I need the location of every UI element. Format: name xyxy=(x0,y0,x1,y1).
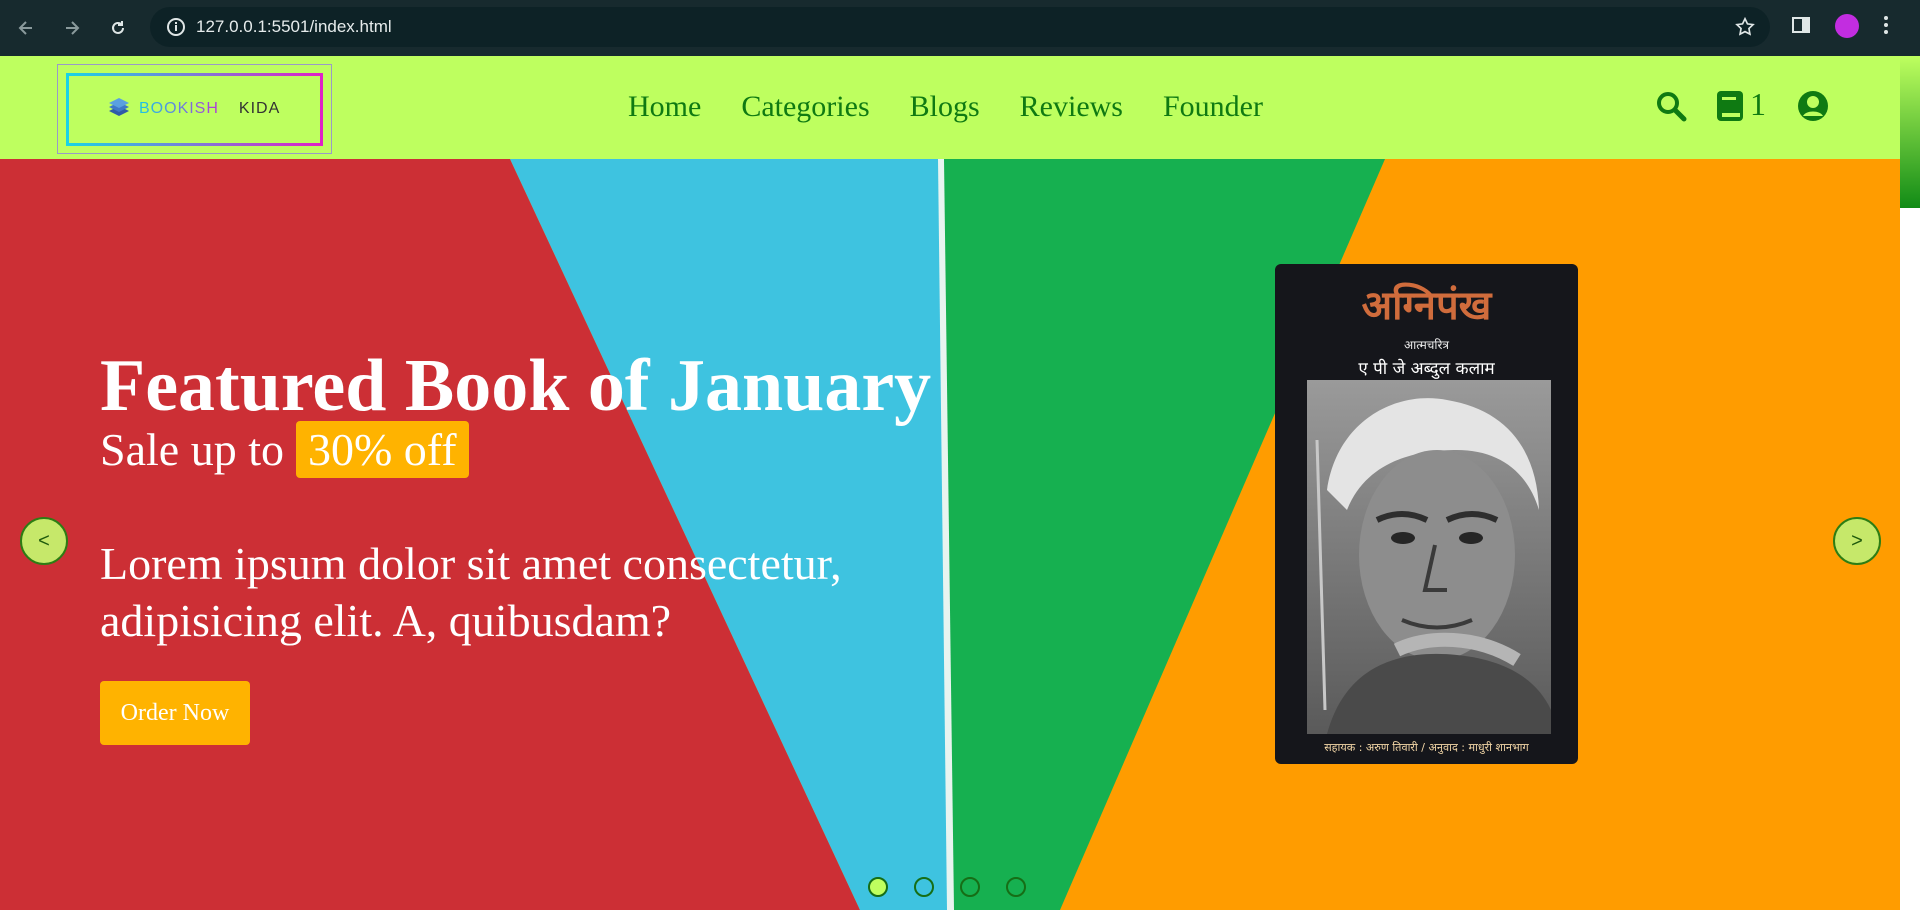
book-credit: सहायक : अरुण तिवारी / अनुवाद : माधुरी शा… xyxy=(1324,741,1529,754)
back-button[interactable] xyxy=(12,14,40,42)
arrow-right-icon xyxy=(66,21,80,35)
cart-count: 1 xyxy=(1750,86,1766,122)
prev-slide-button[interactable]: < xyxy=(20,517,68,565)
nav-reviews[interactable]: Reviews xyxy=(1020,90,1123,124)
author-portrait xyxy=(1307,380,1551,734)
nav-categories[interactable]: Categories xyxy=(741,90,869,124)
slide-indicators xyxy=(868,877,1026,897)
sale-prefix: Sale up to xyxy=(100,424,284,475)
logo-brand-first: BOOKISH xyxy=(139,100,219,117)
book-stack-icon xyxy=(109,98,129,116)
site-info-icon[interactable] xyxy=(166,17,186,42)
nav-founder[interactable]: Founder xyxy=(1163,90,1263,124)
slide-dot-1[interactable] xyxy=(868,877,888,897)
logo-frame: BOOKISH KIDA xyxy=(66,73,323,146)
book-title: अग्निपंख xyxy=(1361,283,1492,329)
hero-slider: Featured Book of January Sale up to 30% … xyxy=(0,159,1900,910)
forward-button[interactable] xyxy=(58,14,86,42)
browser-toolbar: 127.0.0.1:5501/index.html xyxy=(0,0,1920,56)
url-text[interactable]: 127.0.0.1:5501/index.html xyxy=(196,17,392,37)
order-now-button[interactable]: Order Now xyxy=(100,681,250,745)
logo-content: BOOKISH KIDA xyxy=(107,98,280,120)
hero-description: Lorem ipsum dolor sit amet consectetur, … xyxy=(100,538,842,646)
side-panel-icon[interactable] xyxy=(1790,14,1812,41)
address-bar[interactable]: 127.0.0.1:5501/index.html xyxy=(150,7,1770,47)
slide-dot-2[interactable] xyxy=(914,877,934,897)
nav-blogs[interactable]: Blogs xyxy=(910,90,980,124)
hero-title: Featured Book of January xyxy=(100,345,932,427)
bookmark-star-icon[interactable] xyxy=(1734,16,1756,43)
book-subtitle: आत्मचरित्र xyxy=(1403,338,1450,352)
book-author: ए पी जे अब्दुल कलाम xyxy=(1358,359,1495,379)
menu-kebab-icon[interactable] xyxy=(1882,14,1890,41)
page-scrollbar[interactable] xyxy=(1900,56,1920,910)
hero-sale-line: Sale up to 30% off xyxy=(100,421,469,478)
arrow-left-icon xyxy=(18,21,32,35)
site-header: BOOKISH KIDA Home Categories Blogs Revie… xyxy=(0,56,1900,159)
scroll-thumb[interactable] xyxy=(1900,56,1920,208)
search-icon[interactable] xyxy=(1655,90,1687,127)
logo[interactable]: BOOKISH KIDA xyxy=(57,64,332,154)
sale-badge: 30% off xyxy=(295,421,469,478)
logo-brand-second: KIDA xyxy=(238,100,281,117)
slide-dot-4[interactable] xyxy=(1006,877,1026,897)
book-cover[interactable]: अग्निपंख आत्मचरित्र ए पी जे अब्दुल कलाम xyxy=(1275,264,1578,764)
user-circle-icon[interactable] xyxy=(1797,90,1829,127)
reload-button[interactable] xyxy=(104,14,132,42)
slide-dot-3[interactable] xyxy=(960,877,980,897)
profile-avatar[interactable] xyxy=(1834,13,1860,44)
reload-icon xyxy=(112,21,124,34)
main-nav: Home Categories Blogs Reviews Founder xyxy=(628,90,1263,124)
nav-home[interactable]: Home xyxy=(628,90,701,124)
next-slide-button[interactable]: > xyxy=(1833,517,1881,565)
book-icon[interactable] xyxy=(1716,90,1744,127)
